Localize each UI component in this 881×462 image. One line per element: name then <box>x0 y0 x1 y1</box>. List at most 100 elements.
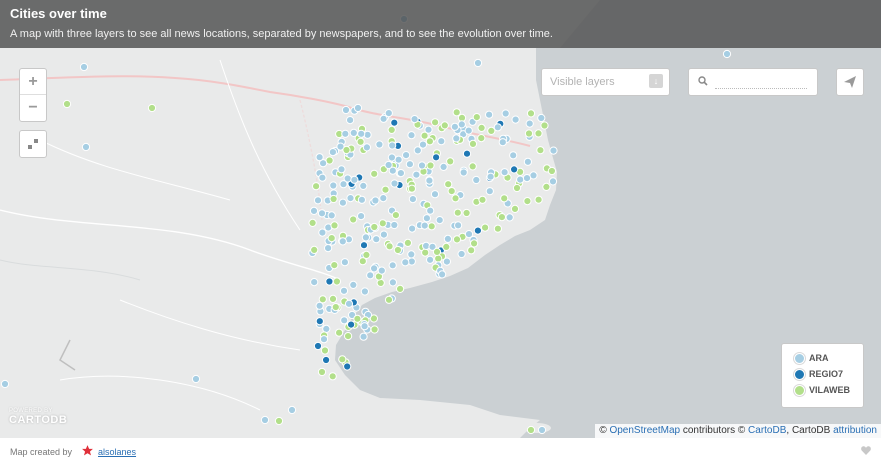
location-point-ara[interactable] <box>309 206 319 215</box>
location-point-ara[interactable] <box>401 258 410 267</box>
location-point-ara[interactable] <box>464 126 473 135</box>
location-point-ara[interactable] <box>318 228 327 237</box>
attribution-link[interactable]: attribution <box>833 425 877 436</box>
location-point-vilaweb[interactable] <box>384 295 394 304</box>
location-point-ara[interactable] <box>498 138 507 147</box>
location-point-ara[interactable] <box>318 173 327 182</box>
location-point-ara[interactable] <box>422 214 431 223</box>
location-point-ara[interactable] <box>509 151 518 160</box>
location-point-ara[interactable] <box>430 190 440 199</box>
location-point-regio7[interactable] <box>343 362 352 371</box>
location-point-ara[interactable] <box>191 374 201 384</box>
location-point-vilaweb[interactable] <box>274 416 284 426</box>
location-point-ara[interactable] <box>360 287 369 296</box>
location-point-vilaweb[interactable] <box>62 99 72 109</box>
location-point-vilaweb[interactable] <box>387 125 396 134</box>
location-point-ara[interactable] <box>341 129 350 138</box>
location-point-vilaweb[interactable] <box>308 218 317 227</box>
location-point-vilaweb[interactable] <box>477 134 486 143</box>
location-point-ara[interactable] <box>523 157 533 166</box>
location-point-vilaweb[interactable] <box>434 254 443 263</box>
location-point-vilaweb[interactable] <box>427 222 436 231</box>
location-point-vilaweb[interactable] <box>349 215 358 224</box>
location-point-ara[interactable] <box>473 58 483 68</box>
location-point-vilaweb[interactable] <box>467 246 476 255</box>
location-point-ara[interactable] <box>420 221 429 230</box>
location-point-regio7[interactable] <box>347 320 356 329</box>
location-point-regio7[interactable] <box>359 241 369 250</box>
location-point-ara[interactable] <box>344 299 354 308</box>
location-point-ara[interactable] <box>525 119 534 128</box>
location-point-ara[interactable] <box>371 196 380 205</box>
location-point-vilaweb[interactable] <box>332 277 341 286</box>
location-point-ara[interactable] <box>338 198 347 207</box>
location-point-ara[interactable] <box>353 103 363 113</box>
location-point-vilaweb[interactable] <box>523 197 532 206</box>
location-point-ara[interactable] <box>505 213 514 222</box>
location-point-vilaweb[interactable] <box>147 103 157 113</box>
location-point-vilaweb[interactable] <box>391 211 400 220</box>
location-point-vilaweb[interactable] <box>446 157 455 166</box>
location-point-ara[interactable] <box>315 153 324 162</box>
location-point-ara[interactable] <box>388 261 397 270</box>
location-point-ara[interactable] <box>457 120 466 129</box>
location-point-ara[interactable] <box>328 148 337 157</box>
location-point-ara[interactable] <box>424 125 433 134</box>
location-point-ara[interactable] <box>260 415 270 425</box>
location-point-vilaweb[interactable] <box>462 208 471 218</box>
location-point-vilaweb[interactable] <box>378 219 387 228</box>
cartodb-logo[interactable]: POWERED BY CARTODB <box>9 408 67 426</box>
zoom-out-button[interactable]: − <box>20 95 46 121</box>
location-point-vilaweb[interactable] <box>338 355 347 364</box>
location-point-ara[interactable] <box>485 187 494 196</box>
location-point-vilaweb[interactable] <box>540 121 549 130</box>
location-point-ara[interactable] <box>396 169 405 178</box>
location-point-vilaweb[interactable] <box>500 194 509 203</box>
zoom-in-button[interactable]: + <box>20 69 46 95</box>
location-point-vilaweb[interactable] <box>425 137 434 146</box>
location-point-regio7[interactable] <box>473 226 482 235</box>
location-point-ara[interactable] <box>435 216 444 225</box>
location-point-vilaweb[interactable] <box>447 187 456 196</box>
location-point-vilaweb[interactable] <box>328 294 338 303</box>
location-point-vilaweb[interactable] <box>327 234 336 243</box>
location-point-vilaweb[interactable] <box>442 242 451 251</box>
location-point-ara[interactable] <box>361 233 370 242</box>
location-point-vilaweb[interactable] <box>444 180 453 189</box>
location-point-ara[interactable] <box>357 129 366 138</box>
search-box[interactable] <box>688 68 818 96</box>
location-point-ara[interactable] <box>349 280 358 289</box>
location-point-ara[interactable] <box>443 234 452 243</box>
location-point-vilaweb[interactable] <box>370 222 379 232</box>
location-point-vilaweb[interactable] <box>393 245 402 255</box>
location-point-ara[interactable] <box>407 250 416 259</box>
location-point-ara[interactable] <box>372 235 381 244</box>
location-point-ara[interactable] <box>405 160 414 169</box>
search-input[interactable] <box>715 74 807 89</box>
location-point-ara[interactable] <box>287 405 297 415</box>
location-point-ara[interactable] <box>548 177 558 186</box>
location-point-ara[interactable] <box>493 123 502 132</box>
fullscreen-button[interactable] <box>19 130 47 158</box>
location-point-ara[interactable] <box>464 230 474 239</box>
location-point-ara[interactable] <box>337 165 346 174</box>
location-point-ara[interactable] <box>349 128 358 137</box>
map-canvas[interactable] <box>0 0 881 438</box>
location-point-ara[interactable] <box>390 179 399 188</box>
location-point-vilaweb[interactable] <box>493 224 502 233</box>
location-point-ara[interactable] <box>350 175 359 184</box>
location-point-ara[interactable] <box>327 211 336 220</box>
location-point-ara[interactable] <box>313 196 323 205</box>
location-point-vilaweb[interactable] <box>370 325 379 334</box>
location-point-vilaweb[interactable] <box>370 169 379 178</box>
location-point-ara[interactable] <box>360 322 369 331</box>
location-point-vilaweb[interactable] <box>431 118 440 127</box>
location-point-ara[interactable] <box>501 109 510 118</box>
location-point-ara[interactable] <box>438 270 447 279</box>
location-point-ara[interactable] <box>511 115 520 124</box>
location-point-vilaweb[interactable] <box>526 425 536 435</box>
location-point-ara[interactable] <box>338 237 347 246</box>
location-point-ara[interactable] <box>340 316 349 325</box>
location-point-ara[interactable] <box>387 153 396 162</box>
location-point-vilaweb[interactable] <box>452 108 461 117</box>
